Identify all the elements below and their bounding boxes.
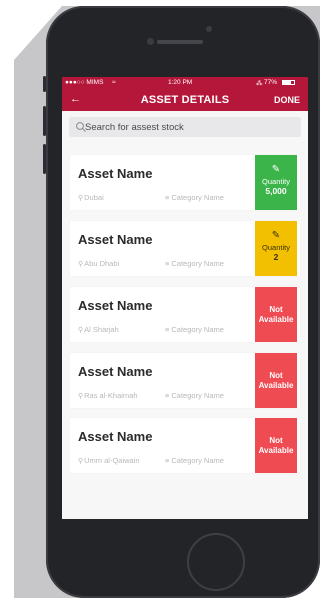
category-icon: ≡ <box>165 391 170 400</box>
home-button[interactable] <box>187 533 245 591</box>
location-pin-icon: ⚲ <box>78 458 84 465</box>
quantity-icon: ✎ <box>271 164 281 175</box>
asset-category: ≡ Category Name <box>165 325 224 334</box>
search-input[interactable] <box>85 117 285 137</box>
page-title: ASSET DETAILS <box>140 94 230 106</box>
asset-name: Asset Name <box>78 298 153 313</box>
asset-card[interactable]: Asset Name ⚲Ras al-Khaimah ≡ Category Nam… <box>70 353 300 408</box>
earpiece-speaker <box>157 40 203 44</box>
asset-location: ⚲Al Sharjah <box>78 325 119 334</box>
asset-card[interactable]: Asset Name ⚲Dubai ≡ Category Name ✎ Quant… <box>70 155 300 210</box>
not-available-badge: Not Available <box>255 418 297 473</box>
asset-category: ≡ Category Name <box>165 193 224 202</box>
location-pin-icon: ⚲ <box>78 261 84 268</box>
not-available-badge: Not Available <box>255 353 297 408</box>
volume-down-button <box>43 144 46 174</box>
search-bar[interactable] <box>69 117 301 137</box>
asset-location: ⚲Dubai <box>78 193 104 202</box>
proximity-sensor <box>206 26 212 32</box>
asset-name: Asset Name <box>78 429 153 444</box>
battery-percent: 77% <box>264 79 278 86</box>
asset-category: ≡ Category Name <box>165 259 224 268</box>
asset-card[interactable]: Asset Name ⚲Al Sharjah ≡ Category Name No… <box>70 287 300 342</box>
front-camera <box>147 38 154 45</box>
asset-location: ⚲Ras al-Khaimah <box>78 391 138 400</box>
asset-location: ⚲Umm al-Qaiwain <box>78 456 140 465</box>
volume-up-button <box>43 106 46 136</box>
category-icon: ≡ <box>165 259 170 268</box>
asset-name: Asset Name <box>78 364 153 379</box>
asset-category: ≡ Category Name <box>165 456 224 465</box>
battery-icon <box>282 80 295 85</box>
category-icon: ≡ <box>165 456 170 465</box>
quantity-icon: ✎ <box>271 230 281 241</box>
asset-category: ≡ Category Name <box>165 391 224 400</box>
mute-switch <box>43 76 46 92</box>
status-time: 1:20 PM <box>168 79 193 86</box>
asset-card[interactable]: Asset Name ⚲Umm al-Qaiwain ≡ Category Nam… <box>70 418 300 473</box>
status-bar: ●●●○○ MIMS ≈ 1:20 PM ⁂ 77% <box>62 77 308 89</box>
carrier-signal: ●●●○○ MIMS <box>65 79 104 86</box>
location-pin-icon: ⚲ <box>78 195 84 202</box>
category-icon: ≡ <box>165 193 170 202</box>
location-pin-icon: ⚲ <box>78 327 84 334</box>
asset-location: ⚲Abu Dhabi <box>78 259 120 268</box>
category-icon: ≡ <box>165 325 170 334</box>
wifi-icon: ≈ <box>112 79 116 86</box>
asset-name: Asset Name <box>78 166 153 181</box>
quantity-badge: ✎ Quantity 5,000 <box>255 155 297 210</box>
not-available-badge: Not Available <box>255 287 297 342</box>
nav-bar: ← ASSET DETAILS DONE <box>62 89 308 111</box>
location-pin-icon: ⚲ <box>78 393 84 400</box>
done-button[interactable]: DONE <box>274 95 300 105</box>
asset-name: Asset Name <box>78 232 153 247</box>
bluetooth-icon: ⁂ <box>256 80 263 87</box>
asset-card[interactable]: Asset Name ⚲Abu Dhabi ≡ Category Name ✎ Q… <box>70 221 300 276</box>
quantity-badge: ✎ Quantity 2 <box>255 221 297 276</box>
